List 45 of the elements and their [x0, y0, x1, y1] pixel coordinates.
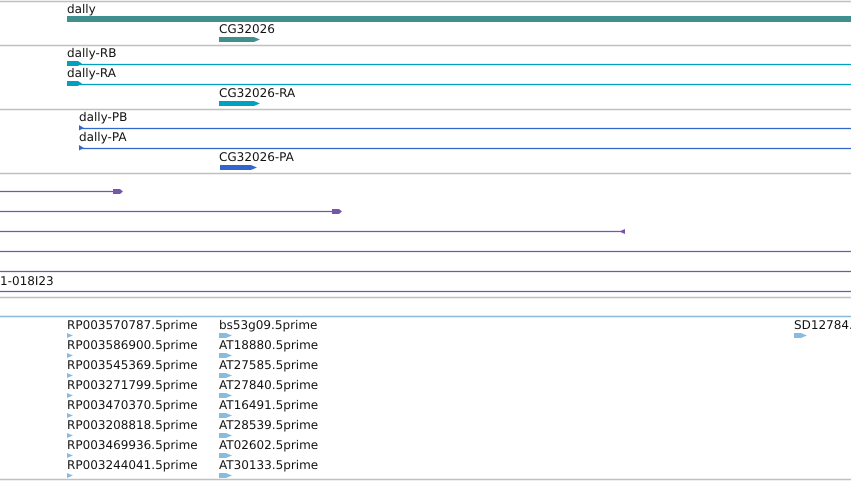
est-glyph: [67, 453, 73, 458]
est-label: AT30133.5prime: [219, 458, 318, 472]
est-label: RP003244041.5prime: [67, 458, 198, 472]
transcript-bar: [219, 101, 260, 106]
est-label: AT16491.5prime: [219, 398, 318, 412]
est-label: RP003570787.5prime: [67, 318, 198, 332]
gene-label: dally: [67, 2, 96, 16]
est-glyph: [67, 373, 73, 378]
est-bar: [219, 453, 232, 458]
est-label: RP003469936.5prime: [67, 438, 198, 452]
est-label: AT02602.5prime: [219, 438, 318, 452]
est-glyph: [67, 413, 73, 418]
est-bar: [219, 473, 232, 478]
est-label: RP003208818.5prime: [67, 418, 198, 432]
protein-label: dally-PA: [79, 130, 127, 144]
est-label: RP003545369.5prime: [67, 358, 198, 372]
transcript-label: dally-RA: [67, 66, 116, 80]
est-bar: [219, 413, 232, 418]
est-label: RP003271799.5prime: [67, 378, 198, 392]
est-bar: [219, 333, 232, 338]
gene-label: CG32026: [219, 22, 275, 36]
protein-label: dally-PB: [79, 110, 128, 124]
est-bar: [219, 373, 232, 378]
est-label: AT27585.5prime: [219, 358, 318, 372]
est-label: RP003470370.5prime: [67, 398, 198, 412]
clone-label: 1-018I23: [0, 274, 54, 288]
est-glyph: [67, 393, 73, 398]
est-label: AT18880.5prime: [219, 338, 318, 352]
transcript-label: dally-RB: [67, 46, 116, 60]
est-bar: [219, 353, 232, 358]
est-label: bs53g09.5prime: [219, 318, 318, 332]
est-glyph: [67, 333, 73, 338]
protein-bar: [220, 165, 257, 170]
gene-bar: [219, 37, 260, 42]
est-glyph: [67, 433, 73, 438]
est-bar: [219, 433, 232, 438]
est-label: AT28539.5prime: [219, 418, 318, 432]
est-label: RP003586900.5prime: [67, 338, 198, 352]
transcript-label: CG32026-RA: [219, 86, 296, 100]
est-label: AT27840.5prime: [219, 378, 318, 392]
est-bar: [219, 393, 232, 398]
est-glyph: [67, 473, 73, 478]
protein-label: CG32026-PA: [219, 150, 294, 164]
est-glyph: [67, 353, 73, 358]
est-bar: [794, 333, 807, 338]
